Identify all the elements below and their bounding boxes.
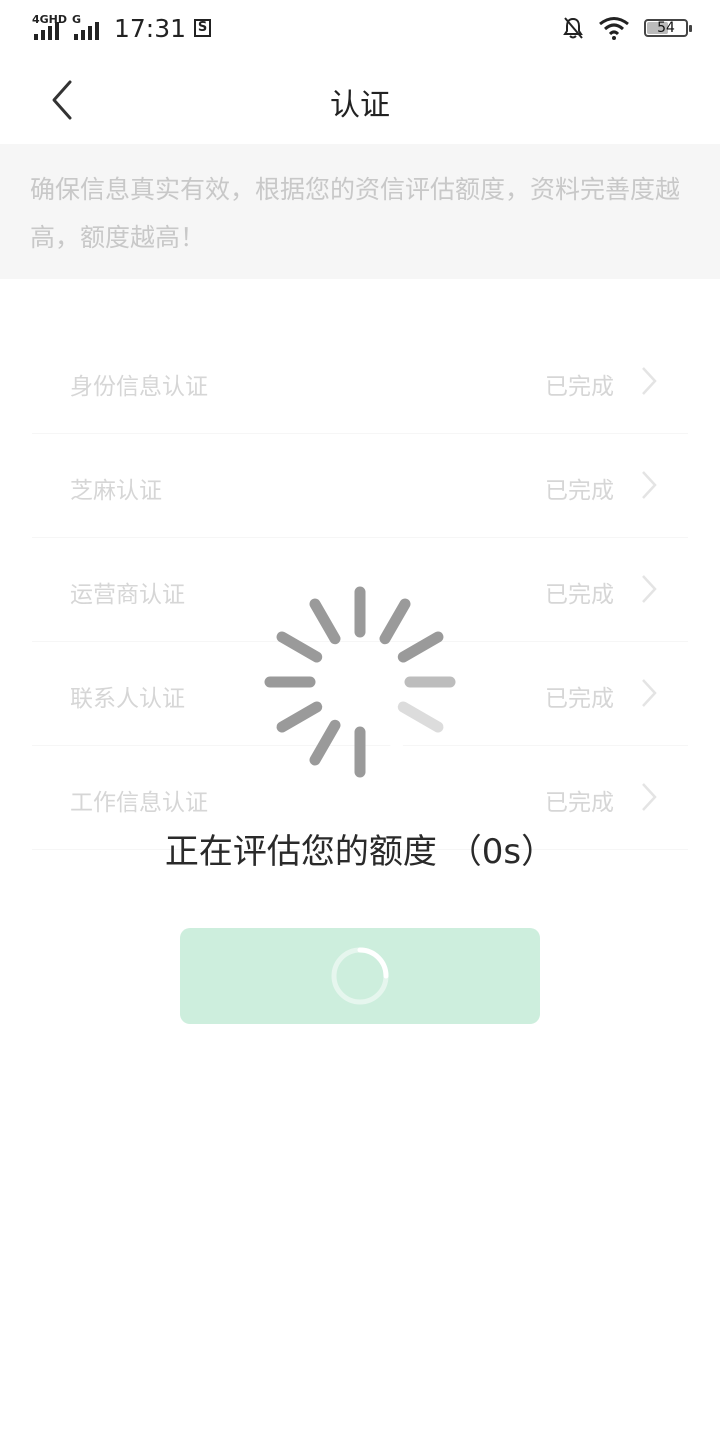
page-title: 认证 xyxy=(330,88,390,123)
status-bar: 4GHD G 17:31 S 54 xyxy=(0,0,720,56)
list-item-status: 已完成 xyxy=(545,478,614,504)
list-item-label: 运营商认证 xyxy=(70,582,185,608)
list-item-label: 工作信息认证 xyxy=(70,790,208,816)
list-item-label: 身份信息认证 xyxy=(70,374,208,400)
list-item-identity[interactable]: 身份信息认证 已完成 xyxy=(32,330,688,434)
clock: 17:31 xyxy=(114,13,187,43)
submit-button[interactable] xyxy=(180,928,540,1024)
chevron-right-icon xyxy=(642,575,657,603)
list-item-status: 已完成 xyxy=(545,686,614,712)
list-item-status: 已完成 xyxy=(545,790,614,816)
wifi-icon xyxy=(599,17,629,40)
list-item-contacts[interactable]: 联系人认证 已完成 xyxy=(32,642,688,746)
auth-list: 身份信息认证 已完成 芝麻认证 已完成 运营商认证 已完成 联系人认证 已完成 … xyxy=(32,330,688,850)
status-left: 4GHD G 17:31 S xyxy=(32,12,212,44)
nav-bar: 认证 xyxy=(0,56,720,144)
signal-icon: 4GHD xyxy=(32,14,67,42)
list-item-carrier[interactable]: 运营商认证 已完成 xyxy=(32,538,688,642)
battery-icon: 54 xyxy=(644,19,692,37)
chevron-right-icon xyxy=(642,471,657,499)
button-spinner-icon xyxy=(331,947,389,1005)
list-item-zhima[interactable]: 芝麻认证 已完成 xyxy=(32,434,688,538)
list-item-work[interactable]: 工作信息认证 已完成 xyxy=(32,746,688,850)
chevron-right-icon xyxy=(642,367,657,395)
notice-text: 确保信息真实有效，根据您的资信评估额度，资料完善度越高，额度越高！ xyxy=(30,175,681,252)
mute-bell-icon xyxy=(563,17,583,39)
list-item-label: 芝麻认证 xyxy=(70,478,162,504)
screenshot-icon: S xyxy=(194,19,212,37)
screen: 4GHD G 17:31 S 54 认证 确保信息真实有效，根据您的资信评估额度… xyxy=(0,0,720,1436)
list-item-status: 已完成 xyxy=(545,582,614,608)
status-right: 54 xyxy=(562,14,692,42)
chevron-right-icon xyxy=(642,783,657,811)
signal-icon-2: G xyxy=(72,14,106,42)
list-item-status: 已完成 xyxy=(545,374,614,400)
notice-banner: 确保信息真实有效，根据您的资信评估额度，资料完善度越高，额度越高！ xyxy=(0,144,720,279)
chevron-right-icon xyxy=(642,679,657,707)
battery-level: 54 xyxy=(657,20,675,36)
list-item-label: 联系人认证 xyxy=(70,686,185,712)
